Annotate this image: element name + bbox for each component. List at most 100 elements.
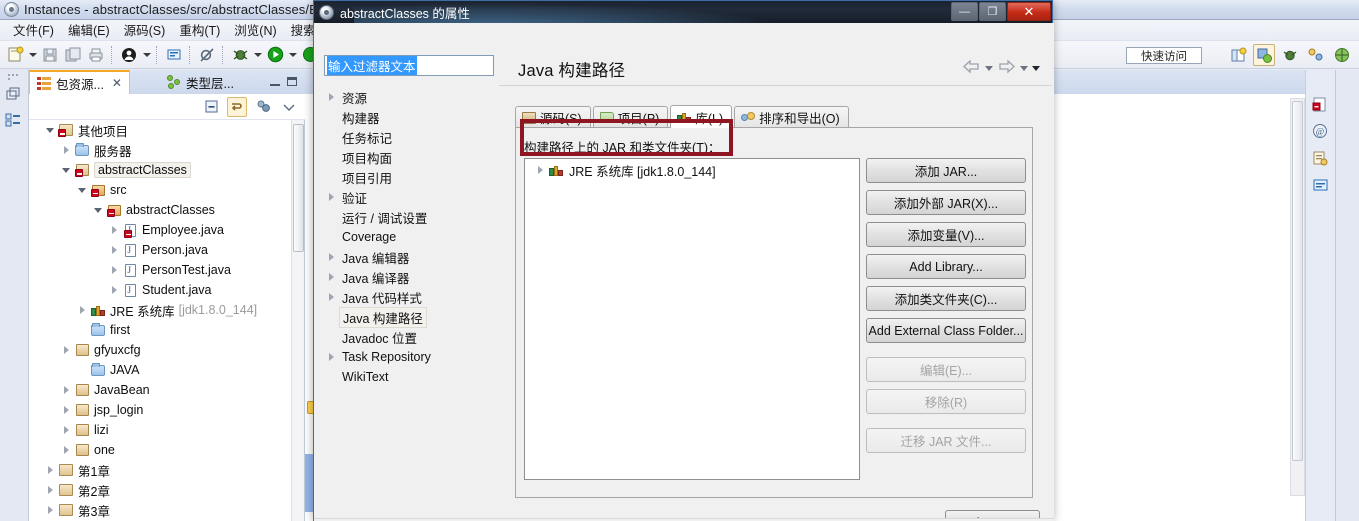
chevron-icon[interactable] — [324, 193, 339, 201]
drag-grip[interactable] — [7, 73, 21, 80]
tab-排序和导出-o-[interactable]: 排序和导出(O) — [734, 106, 849, 128]
tree-item-第2章[interactable]: 第2章 — [29, 480, 304, 500]
menu-item-source[interactable]: 源码(S) — [117, 19, 173, 41]
chevron-icon[interactable] — [107, 220, 121, 240]
tree-item-employee-java[interactable]: Employee.java — [29, 220, 304, 240]
tree-vertical-scrollbar[interactable] — [291, 120, 304, 521]
minimize-button[interactable]: — — [951, 2, 978, 21]
button-添加-jar[interactable]: 添加 JAR... — [866, 158, 1026, 183]
dialog-nav-item-构建器[interactable]: 构建器 — [324, 107, 496, 127]
user-icon[interactable] — [118, 44, 140, 66]
chevron-icon[interactable] — [59, 380, 73, 400]
maximize-button[interactable]: ❐ — [979, 2, 1006, 21]
dialog-nav-item-任务标记[interactable]: 任务标记 — [324, 127, 496, 147]
tab-源码-s-[interactable]: 源码(S) — [515, 106, 591, 128]
tree-item-abstractclasses[interactable]: abstractClasses — [29, 200, 304, 220]
new-wizard-dropdown-icon[interactable] — [27, 44, 38, 66]
tree-item-服务器[interactable]: 服务器 — [29, 140, 304, 160]
forward-arrow-icon[interactable] — [997, 59, 1016, 77]
console-view-icon[interactable] — [1312, 177, 1330, 195]
view-menu-bubbles-icon[interactable] — [253, 97, 273, 117]
dialog-nav-item-java-构建路径[interactable]: Java 构建路径 — [324, 306, 496, 328]
tree-item-第3章[interactable]: 第3章 — [29, 500, 304, 520]
tree-item-lizi[interactable]: lizi — [29, 420, 304, 440]
run-icon[interactable] — [264, 44, 286, 66]
close-button[interactable]: ✕ — [1007, 2, 1051, 21]
chevron-icon[interactable] — [59, 440, 73, 460]
tab-项目-p-[interactable]: 项目(P) — [592, 106, 669, 128]
chevron-icon[interactable] — [324, 253, 339, 261]
button-添加外部-jar-x[interactable]: 添加外部 JAR(X)... — [866, 190, 1026, 215]
tree-item-第1章[interactable]: 第1章 — [29, 460, 304, 480]
button-add-external-class-folder[interactable]: Add External Class Folder... — [866, 318, 1026, 343]
chevron-icon[interactable] — [59, 400, 73, 420]
chevron-icon[interactable] — [75, 180, 89, 200]
scrollbar-thumb[interactable] — [293, 124, 304, 252]
back-arrow-icon[interactable] — [962, 59, 981, 77]
tree-item-gfyuxcfg[interactable]: gfyuxcfg — [29, 340, 304, 360]
perspective-web-icon[interactable] — [1331, 44, 1353, 66]
chevron-icon[interactable] — [91, 200, 105, 220]
menu-item-navigate[interactable]: 浏览(N) — [227, 19, 283, 41]
chevron-icon[interactable] — [107, 280, 121, 300]
tab-package-explorer[interactable]: 包资源... ✕ — [29, 70, 130, 94]
chevron-icon[interactable] — [107, 240, 121, 260]
tree-item-one[interactable]: one — [29, 440, 304, 460]
chevron-icon[interactable] — [324, 353, 339, 361]
save-all-icon[interactable] — [62, 44, 84, 66]
tree-item-first[interactable]: first — [29, 320, 304, 340]
javadoc-view-icon[interactable] — [1312, 150, 1330, 168]
tree-item-java[interactable]: JAVA — [29, 360, 304, 380]
tab-库-l-[interactable]: 库(L) — [670, 105, 733, 128]
debug-icon[interactable] — [229, 44, 251, 66]
perspective-debug-icon[interactable] — [1279, 44, 1301, 66]
open-perspective-icon[interactable] — [1227, 44, 1249, 66]
new-wizard-icon[interactable] — [4, 44, 26, 66]
dialog-nav-item-资源[interactable]: 资源 — [324, 87, 496, 107]
dialog-nav-item-验证[interactable]: 验证 — [324, 187, 496, 207]
debug-dropdown-icon[interactable] — [252, 44, 263, 66]
chevron-icon[interactable] — [324, 293, 339, 301]
quick-access-input[interactable]: 快速访问 — [1126, 47, 1202, 64]
tab-type-hierarchy[interactable]: 类型层... — [160, 70, 241, 94]
package-explorer-fastview-icon[interactable] — [5, 112, 23, 130]
print-icon[interactable] — [85, 44, 107, 66]
dialog-nav-item-项目构面[interactable]: 项目构面 — [324, 147, 496, 167]
problems-view-icon[interactable] — [1312, 96, 1330, 114]
minimize-view-icon[interactable] — [270, 76, 280, 86]
chevron-icon[interactable] — [75, 360, 89, 380]
chevron-icon[interactable] — [43, 460, 57, 480]
tree-item-student-java[interactable]: Student.java — [29, 280, 304, 300]
restore-view-icon[interactable] — [5, 86, 23, 104]
chevron-icon[interactable] — [43, 500, 57, 520]
chevron-icon[interactable] — [324, 273, 339, 281]
view-menu-chevron-icon[interactable] — [279, 97, 299, 117]
menu-item-edit[interactable]: 编辑(E) — [61, 19, 117, 41]
view-menu-icon[interactable] — [1032, 65, 1040, 71]
link-with-editor-icon[interactable] — [227, 96, 247, 117]
dialog-nav-item-项目引用[interactable]: 项目引用 — [324, 167, 496, 187]
chevron-icon[interactable] — [59, 420, 73, 440]
button-add-library[interactable]: Add Library... — [866, 254, 1026, 279]
chevron-icon[interactable] — [59, 140, 73, 160]
collapse-all-icon[interactable] — [201, 97, 221, 117]
run-dropdown-icon[interactable] — [287, 44, 298, 66]
list-item[interactable]: JRE 系统库 [jdk1.8.0_144] — [525, 159, 859, 181]
tree-item-persontest-java[interactable]: PersonTest.java — [29, 260, 304, 280]
save-icon[interactable] — [39, 44, 61, 66]
perspective-team-icon[interactable] — [1305, 44, 1327, 66]
chevron-icon[interactable] — [43, 120, 57, 140]
chevron-icon[interactable] — [59, 340, 73, 360]
button-添加类文件夹-c[interactable]: 添加类文件夹(C)... — [866, 286, 1026, 311]
skip-breakpoints-icon[interactable] — [196, 44, 218, 66]
chevron-icon[interactable] — [43, 480, 57, 500]
dialog-nav-item-coverage[interactable]: Coverage — [324, 227, 496, 247]
dialog-nav-tree[interactable]: 资源 构建器 任务标记 项目构面 项目引用 验证 运行 / 调试设置 Coverage Java… — [324, 87, 496, 387]
dialog-nav-item-java-代码样式[interactable]: Java 代码样式 — [324, 287, 496, 307]
tree-item-jre-系统库[interactable]: JRE 系统库 [jdk1.8.0_144] — [29, 300, 304, 320]
classpath-list[interactable]: JRE 系统库 [jdk1.8.0_144] — [524, 158, 860, 480]
dialog-nav-item-javadoc-位置[interactable]: Javadoc 位置 — [324, 327, 496, 347]
close-icon[interactable]: ✕ — [112, 76, 122, 90]
maximize-view-icon[interactable] — [287, 76, 297, 86]
chevron-right-icon[interactable] — [533, 166, 547, 174]
